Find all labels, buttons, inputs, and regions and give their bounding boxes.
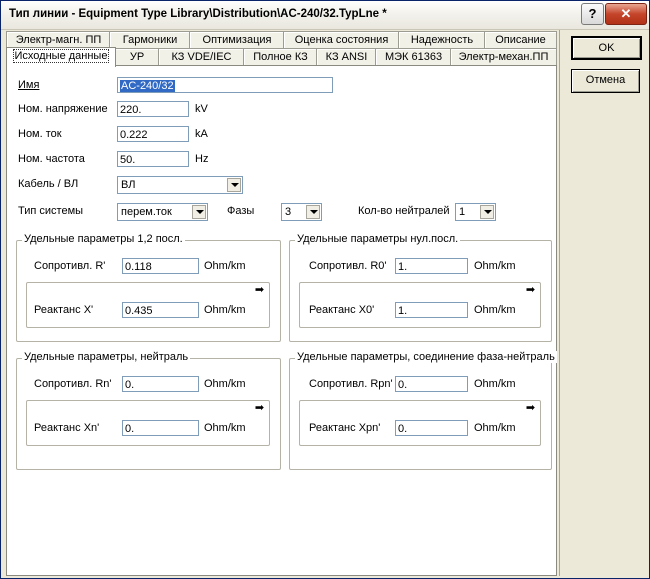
current-unit: kA (195, 128, 208, 140)
frequency-unit: Hz (195, 153, 209, 165)
window-title: Тип линии - Equipment Type Library\Distr… (9, 8, 387, 20)
r-phase-neutral-unit: Ohm/km (474, 378, 516, 390)
x-zero-input[interactable]: 1. (395, 302, 468, 318)
frequency-label: Ном. частота (18, 153, 85, 165)
tab-electromechanical[interactable]: Электр-механ.ПП (450, 48, 557, 65)
r-phase-neutral-label: Сопротивл. Rpn' (309, 378, 393, 390)
help-button[interactable]: ? (581, 3, 604, 25)
group-zero-sequence-title: Удельные параметры нул.посл. (295, 233, 461, 245)
chevron-down-icon[interactable] (306, 205, 320, 219)
tab-complete-sc[interactable]: Полное КЗ (243, 48, 318, 65)
x-zero-unit: Ohm/km (474, 304, 516, 316)
voltage-label: Ном. напряжение (18, 103, 108, 115)
arrow-right-icon[interactable]: ➡ (251, 402, 268, 415)
ok-button[interactable]: OK (571, 36, 642, 60)
r-pos-label: Сопротивл. R' (34, 260, 106, 272)
x-pos-unit: Ohm/km (204, 304, 246, 316)
r-neutral-label: Сопротивл. Rn' (34, 378, 112, 390)
close-button[interactable]: ✕ (605, 3, 647, 25)
r-pos-unit: Ohm/km (204, 260, 246, 272)
tab-load-flow[interactable]: УР (114, 48, 160, 65)
title-bar[interactable]: Тип линии - Equipment Type Library\Distr… (1, 1, 649, 30)
name-label: Имя (18, 79, 40, 91)
tab-electromagnetic[interactable]: Электр-магн. ПП (6, 31, 111, 48)
phases-value: 3 (285, 206, 292, 218)
r-zero-input[interactable]: 1. (395, 258, 468, 274)
cancel-button[interactable]: Отмена (571, 69, 640, 93)
arrow-right-icon[interactable]: ➡ (522, 402, 539, 415)
system-type-combo[interactable]: перем.ток (117, 203, 208, 221)
x-neutral-label: Реактанс Xn' (34, 422, 100, 434)
r-neutral-input[interactable]: 0. (122, 376, 199, 392)
tab-basic-data-label: Исходные данные (12, 49, 110, 63)
arrow-right-icon[interactable]: ➡ (251, 284, 268, 297)
cable-combo[interactable]: ВЛ (117, 176, 243, 194)
tab-state-estimation[interactable]: Оценка состояния (283, 31, 400, 48)
voltage-unit: kV (195, 103, 208, 115)
x-neutral-unit: Ohm/km (204, 422, 246, 434)
side-button-panel: OK Отмена (559, 30, 648, 576)
r-zero-unit: Ohm/km (474, 260, 516, 272)
dialog-client: Электр-магн. ПП Гармоники Оптимизация Оц… (2, 30, 648, 576)
group-phase-neutral-title: Удельные параметры, соединение фаза-нейт… (295, 351, 557, 363)
r-phase-neutral-input[interactable]: 0. (395, 376, 468, 392)
phases-label: Фазы (227, 205, 255, 217)
current-input[interactable]: 0.222 (117, 126, 189, 142)
cable-value: ВЛ (121, 179, 136, 191)
name-input[interactable]: AC-240/32 (117, 77, 333, 93)
tab-sc-ansi[interactable]: КЗ ANSI (316, 48, 377, 65)
chevron-down-icon[interactable] (192, 205, 206, 219)
tab-iec-61363[interactable]: МЭК 61363 (375, 48, 452, 65)
tab-basic-data[interactable]: Исходные данные (6, 47, 116, 67)
phases-combo[interactable]: 3 (281, 203, 322, 221)
chevron-down-icon[interactable] (480, 205, 494, 219)
neutrals-label: Кол-во нейтралей (358, 205, 450, 217)
tab-description[interactable]: Описание (484, 31, 557, 48)
x-pos-label: Реактанс X' (34, 304, 94, 316)
system-type-value: перем.ток (121, 206, 172, 218)
chevron-down-icon[interactable] (227, 178, 241, 192)
neutrals-value: 1 (459, 206, 466, 218)
x-phase-neutral-unit: Ohm/km (474, 422, 516, 434)
tab-harmonics[interactable]: Гармоники (109, 31, 191, 48)
arrow-right-icon[interactable]: ➡ (522, 284, 539, 297)
cable-label: Кабель / ВЛ (18, 178, 79, 190)
tab-optimization[interactable]: Оптимизация (189, 31, 285, 48)
voltage-input[interactable]: 220. (117, 101, 189, 117)
tab-reliability[interactable]: Надежность (398, 31, 486, 48)
tab-sc-vde-iec[interactable]: КЗ VDE/IEC (158, 48, 245, 65)
r-neutral-unit: Ohm/km (204, 378, 246, 390)
dialog-window: Тип линии - Equipment Type Library\Distr… (0, 0, 650, 579)
current-label: Ном. ток (18, 128, 62, 140)
r-zero-label: Сопротивл. R0' (309, 260, 387, 272)
x-zero-label: Реактанс X0' (309, 304, 375, 316)
group-neutral-title: Удельные параметры, нейтраль (22, 351, 191, 363)
x-phase-neutral-input[interactable]: 0. (395, 420, 468, 436)
tab-page: Имя AC-240/32 Ном. напряжение 220. kV Но… (6, 65, 557, 576)
system-type-label: Тип системы (18, 205, 84, 217)
x-phase-neutral-label: Реактанс Xpn' (309, 422, 381, 434)
x-neutral-input[interactable]: 0. (122, 420, 199, 436)
name-value: AC-240/32 (120, 80, 175, 92)
x-pos-input[interactable]: 0.435 (122, 302, 199, 318)
r-pos-input[interactable]: 0.118 (122, 258, 199, 274)
frequency-input[interactable]: 50. (117, 151, 189, 167)
group-positive-sequence-title: Удельные параметры 1,2 посл. (22, 233, 185, 245)
neutrals-combo[interactable]: 1 (455, 203, 496, 221)
